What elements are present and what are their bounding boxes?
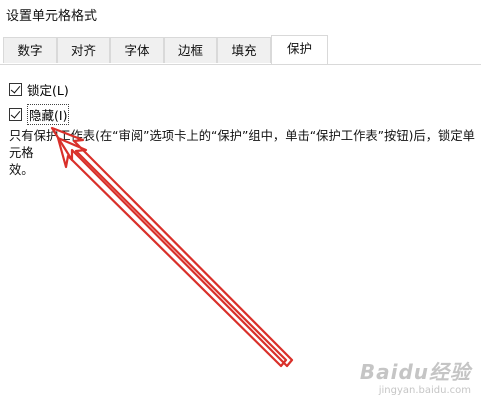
hidden-label[interactable]: 隐藏(I) bbox=[27, 103, 70, 125]
watermark-logo: Baidu经验 bbox=[359, 360, 471, 384]
protection-description: 只有保护工作表(在“审阅”选项卡上的“保护”组中，单击“保护工作表”按钮)后，锁… bbox=[9, 128, 479, 179]
description-line-2: 效。 bbox=[9, 163, 34, 177]
tab-fill[interactable]: 填充 bbox=[217, 37, 271, 63]
tab-font[interactable]: 字体 bbox=[110, 37, 164, 63]
tab-strip: 数字 对齐 字体 边框 填充 保护 bbox=[0, 35, 481, 65]
tab-number[interactable]: 数字 bbox=[3, 37, 57, 63]
locked-checkbox[interactable] bbox=[9, 82, 22, 96]
hidden-option[interactable]: 隐藏(I) bbox=[9, 103, 70, 125]
hidden-checkbox[interactable] bbox=[9, 107, 22, 121]
locked-label[interactable]: 锁定(L) bbox=[27, 80, 69, 99]
tab-protection[interactable]: 保护 bbox=[271, 35, 328, 64]
baidu-watermark: Baidu经验 jingyan.baidu.com bbox=[360, 356, 471, 396]
tab-alignment[interactable]: 对齐 bbox=[57, 37, 110, 63]
tab-border[interactable]: 边框 bbox=[164, 37, 217, 63]
description-line-1: 只有保护工作表(在“审阅”选项卡上的“保护”组中，单击“保护工作表”按钮)后，锁… bbox=[9, 129, 475, 160]
dialog-title: 设置单元格格式 bbox=[6, 9, 98, 24]
locked-option[interactable]: 锁定(L) bbox=[9, 80, 69, 98]
watermark-url: jingyan.baidu.com bbox=[378, 385, 471, 396]
